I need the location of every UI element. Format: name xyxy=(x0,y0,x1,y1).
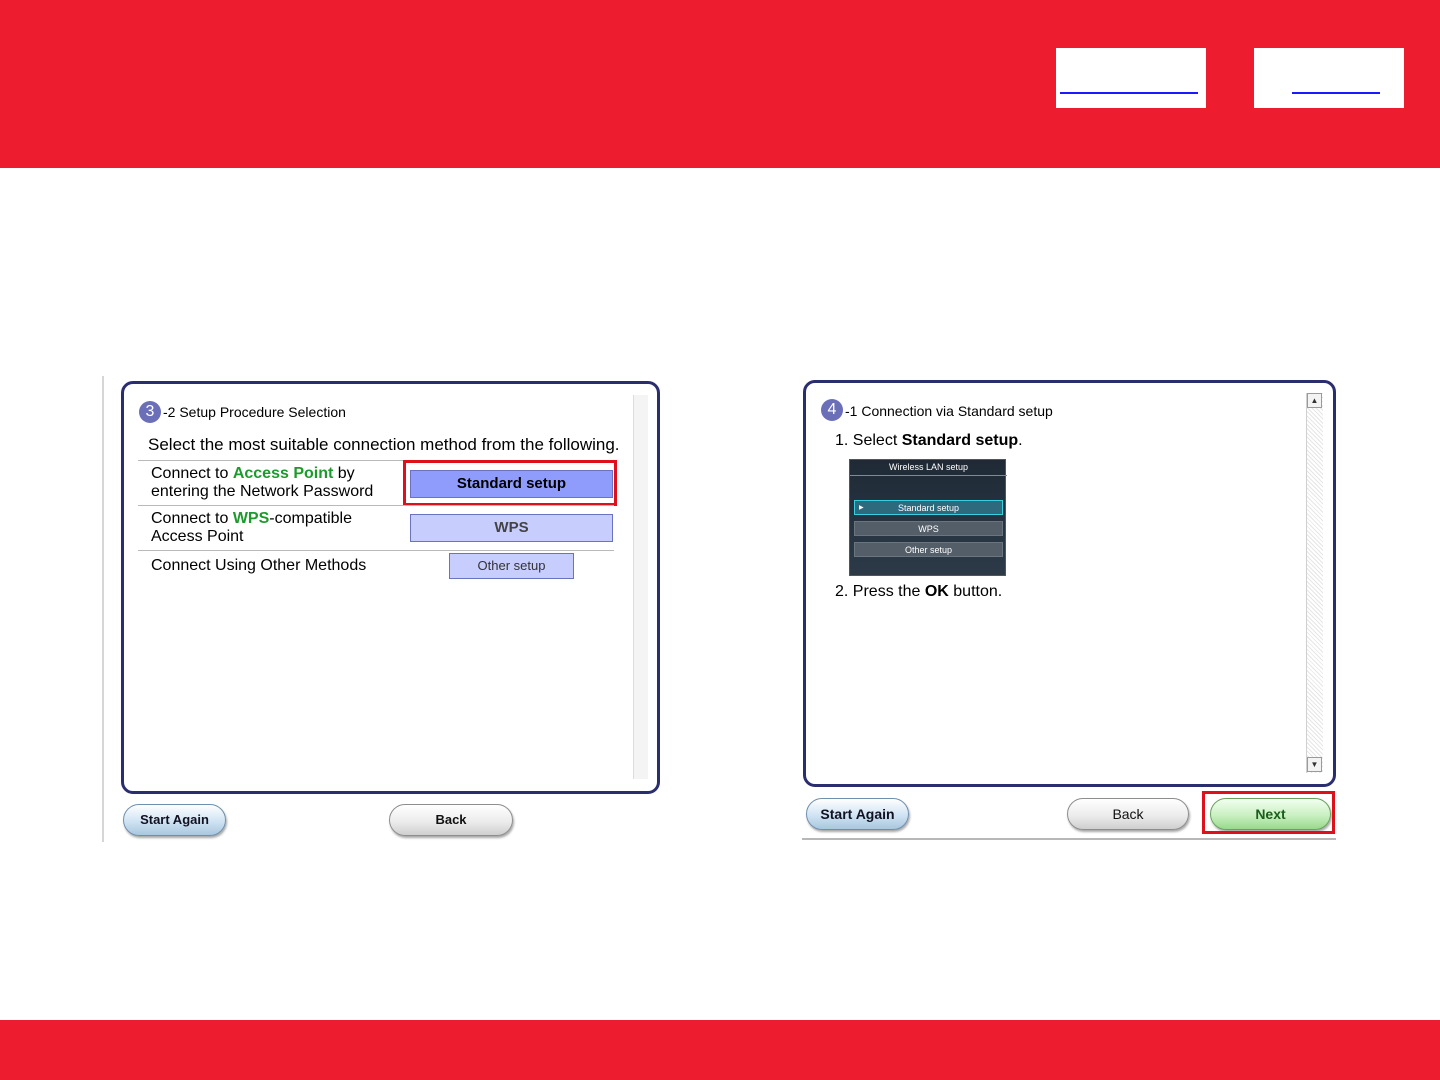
option-highlight: Access Point xyxy=(232,465,334,482)
instruction-text: 2. Press the xyxy=(835,583,925,600)
back-button[interactable]: Back xyxy=(1067,798,1189,830)
nav-box-left[interactable] xyxy=(1056,48,1206,108)
option-suffix: -compatible xyxy=(269,510,352,527)
step-number-badge: 3 xyxy=(139,401,161,423)
instruction-2: 2. Press the OK button. xyxy=(835,583,1002,601)
lcd-item-wps: WPS xyxy=(854,521,1003,536)
wps-button[interactable]: WPS xyxy=(410,514,613,542)
header-banner xyxy=(0,0,1440,168)
other-setup-button[interactable]: Other setup xyxy=(449,553,574,579)
lcd-item-other-setup: Other setup xyxy=(854,542,1003,557)
lcd-item-standard-setup: ▶ Standard setup xyxy=(854,500,1003,515)
right-scrollbar-track[interactable] xyxy=(1306,393,1323,773)
footer-banner xyxy=(0,1020,1440,1080)
start-again-button[interactable]: Start Again xyxy=(123,804,226,836)
window-bottom-edge xyxy=(802,838,1336,840)
nav-link-left[interactable] xyxy=(1060,92,1198,94)
back-button[interactable]: Back xyxy=(389,804,513,836)
selection-arrow-icon: ▶ xyxy=(859,505,864,511)
instruction-text: button. xyxy=(948,583,1003,600)
scroll-down-icon[interactable]: ▼ xyxy=(1307,757,1322,772)
option-other-text: Connect Using Other Methods xyxy=(151,557,367,574)
nav-link-right[interactable] xyxy=(1292,92,1380,94)
divider xyxy=(138,505,614,506)
option-line2: entering the Network Password xyxy=(151,483,374,500)
nav-box-right[interactable] xyxy=(1254,48,1404,108)
step-title: -1 Connection via Standard setup xyxy=(845,403,1053,419)
intro-text: Select the most suitable connection meth… xyxy=(148,435,620,454)
instruction-text: . xyxy=(1018,432,1023,449)
option-wps-text: Connect to WPS-compatible Access Point xyxy=(151,510,352,546)
instruction-text: 1. Select xyxy=(835,432,902,449)
option-suffix: by xyxy=(333,465,355,482)
instruction-1: 1. Select Standard setup. xyxy=(835,432,1023,450)
lcd-title: Wireless LAN setup xyxy=(850,462,1007,476)
option-prefix: Connect to xyxy=(151,465,233,482)
start-again-button[interactable]: Start Again xyxy=(806,798,909,830)
scroll-up-icon[interactable]: ▲ xyxy=(1307,393,1322,408)
divider xyxy=(138,550,614,551)
instruction-bold: Standard setup xyxy=(901,432,1019,449)
selection-highlight-frame xyxy=(403,460,617,506)
option-highlight: WPS xyxy=(232,510,270,527)
left-window-edge xyxy=(102,376,104,842)
option-access-point-text: Connect to Access Point by entering the … xyxy=(151,465,373,501)
left-scrollbar[interactable] xyxy=(633,395,648,779)
instruction-bold: OK xyxy=(924,583,949,600)
step-number-badge: 4 xyxy=(821,399,843,421)
option-prefix: Connect to xyxy=(151,510,233,527)
lcd-item-label: Standard setup xyxy=(897,503,960,513)
step-title: -2 Setup Procedure Selection xyxy=(163,404,346,420)
printer-lcd-screenshot: Wireless LAN setup ▶ Standard setup WPS … xyxy=(849,459,1007,576)
option-line2: Access Point xyxy=(151,528,244,545)
next-highlight-frame xyxy=(1202,791,1335,834)
